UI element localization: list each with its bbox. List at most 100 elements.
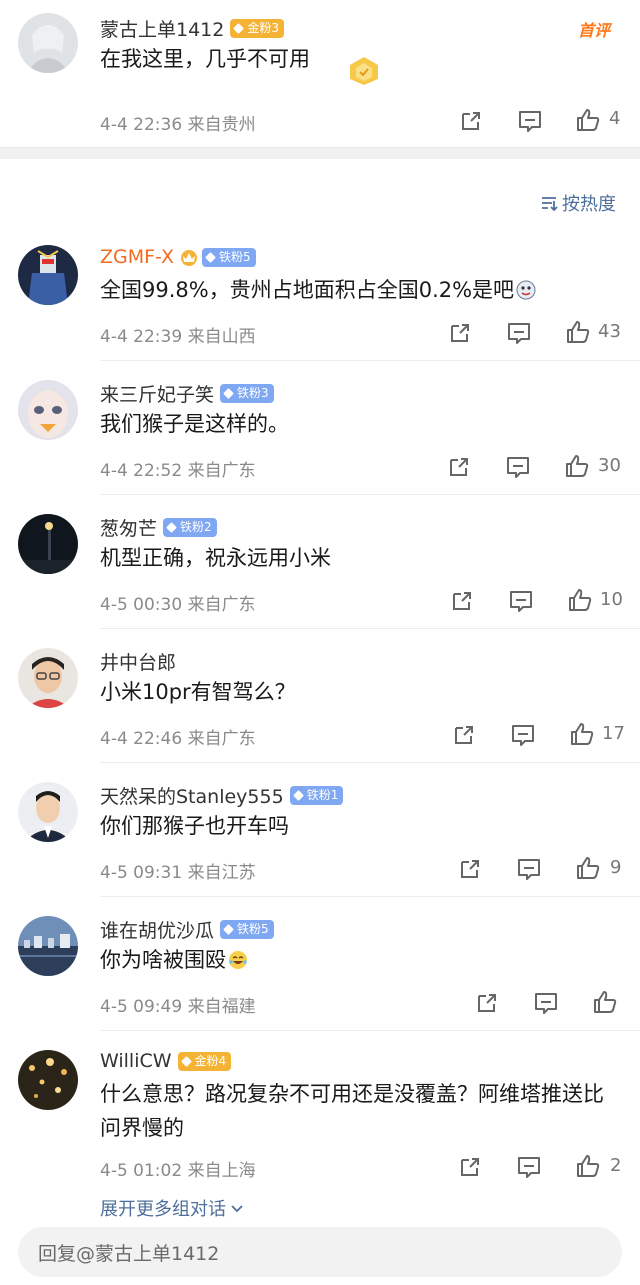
- gem-icon: [205, 251, 216, 263]
- share-icon: [451, 324, 469, 342]
- like-button[interactable]: [592, 989, 618, 1015]
- avatar[interactable]: [18, 245, 78, 305]
- like-button[interactable]: [575, 107, 601, 133]
- share-button[interactable]: [458, 108, 484, 134]
- comment-text: 什么意思？路况复杂不可用还是没覆盖？阿维塔推送比问界慢的: [100, 1082, 604, 1140]
- gem-icon: [233, 23, 245, 34]
- comment-button[interactable]: [516, 1154, 542, 1180]
- share-button[interactable]: [447, 320, 473, 346]
- like-button[interactable]: [575, 855, 601, 881]
- comment-meta: 4-4 22:36 来自贵州: [100, 115, 256, 135]
- username[interactable]: 蒙古上单1412: [100, 15, 224, 42]
- gem-icon: [180, 1055, 192, 1067]
- crown-icon: [181, 250, 197, 266]
- like-button[interactable]: [569, 721, 595, 747]
- username[interactable]: 葱匆芒: [100, 514, 157, 541]
- fan-badge: 铁粉2: [163, 518, 217, 537]
- divider: [100, 762, 640, 763]
- username[interactable]: 天然呆的Stanley555: [100, 782, 284, 809]
- share-icon: [478, 994, 496, 1012]
- like-button[interactable]: [564, 453, 590, 479]
- username[interactable]: WilliCW: [100, 1050, 172, 1072]
- share-button[interactable]: [457, 1154, 483, 1180]
- fan-badge: 铁粉1: [289, 786, 344, 805]
- like-count: 30: [598, 455, 621, 476]
- comment-button[interactable]: [510, 722, 536, 748]
- thumbs-up-icon: [577, 857, 600, 879]
- like-button[interactable]: [565, 319, 591, 345]
- share-button[interactable]: [474, 990, 500, 1016]
- comment-meta: 4-5 09:31 来自江苏: [100, 863, 256, 883]
- thumbs-up-icon: [571, 723, 594, 745]
- like-button[interactable]: [567, 587, 593, 613]
- comment-meta: 4-4 22:52 来自广东: [100, 461, 256, 481]
- fan-badge: 金粉4: [177, 1051, 232, 1071]
- comment-meta: 4-5 00:30 来自广东: [100, 595, 256, 615]
- comment-text: 我们猴子是这样的。: [100, 412, 289, 436]
- comment-icon: [518, 859, 540, 880]
- gem-icon: [292, 790, 304, 801]
- username-row: 蒙古上单1412 金粉3: [100, 15, 284, 42]
- share-button[interactable]: [451, 722, 477, 748]
- share-icon: [455, 726, 473, 744]
- comment-button[interactable]: [533, 990, 559, 1016]
- avatar[interactable]: [18, 13, 78, 73]
- comment-text: 你为啥被围殴: [100, 943, 620, 977]
- like-count: 2: [610, 1155, 622, 1176]
- divider: [100, 494, 640, 495]
- thumbs-up-icon: [594, 991, 617, 1013]
- gem-icon: [166, 522, 177, 533]
- comment-button[interactable]: [508, 588, 534, 614]
- comment-meta: 4-5 09:49 来自福建: [100, 997, 256, 1017]
- username[interactable]: 来三斤妃子笑: [100, 380, 214, 407]
- avatar[interactable]: [18, 380, 78, 440]
- comment-button[interactable]: [516, 856, 542, 882]
- avatar[interactable]: [18, 1050, 78, 1110]
- sort-button[interactable]: 按热度: [539, 190, 616, 216]
- username[interactable]: 谁在胡优沙瓜: [100, 916, 214, 943]
- share-button[interactable]: [457, 856, 483, 882]
- avatar[interactable]: [18, 916, 78, 976]
- share-icon: [453, 592, 471, 610]
- comment-button[interactable]: [506, 320, 532, 346]
- laugh-emoji-icon: [229, 951, 247, 969]
- avatar[interactable]: [18, 514, 78, 574]
- username[interactable]: 井中台郎: [100, 648, 176, 675]
- share-button[interactable]: [446, 454, 472, 480]
- comment-text: 你们那猴子也开车吗: [100, 814, 289, 838]
- comment-meta: 4-4 22:39 来自山西: [100, 327, 256, 347]
- reply-input[interactable]: 回复@蒙古上单1412: [18, 1227, 622, 1277]
- comment-icon: [519, 111, 541, 132]
- medal-emoji-icon: [346, 55, 382, 87]
- comment-icon: [507, 457, 529, 478]
- sort-icon: [542, 197, 558, 212]
- gem-icon: [223, 924, 234, 935]
- sort-label: 按热度: [562, 194, 616, 215]
- comment-button[interactable]: [505, 454, 531, 480]
- thumbs-up-icon: [577, 109, 600, 131]
- comment-button[interactable]: [517, 108, 543, 134]
- avatar[interactable]: [18, 782, 78, 842]
- like-count: 4: [609, 108, 621, 129]
- divider: [100, 896, 640, 897]
- expand-more-link[interactable]: 展开更多组对话: [100, 1196, 245, 1220]
- chevron-down-icon: [231, 1205, 243, 1213]
- like-button[interactable]: [575, 1153, 601, 1179]
- share-button[interactable]: [449, 588, 475, 614]
- avatar[interactable]: [18, 648, 78, 708]
- fan-badge: 金粉3: [230, 19, 284, 38]
- reply-placeholder: 回复@蒙古上单1412: [38, 1242, 220, 1265]
- like-count: 17: [602, 723, 625, 744]
- comment-text: 机型正确，祝永远用小米: [100, 546, 331, 570]
- comment-icon: [510, 591, 532, 612]
- thumbs-up-icon: [569, 589, 592, 611]
- emoji-icon: [516, 280, 536, 300]
- comment-icon: [512, 725, 534, 746]
- section-divider: [0, 147, 640, 159]
- thumbs-up-icon: [577, 1155, 600, 1177]
- share-icon: [461, 1158, 479, 1176]
- username[interactable]: ZGMF-X: [100, 246, 174, 268]
- comment-text: 全国99.8%，贵州占地面积占全国0.2%是吧: [100, 273, 620, 307]
- comment-icon: [518, 1157, 540, 1178]
- divider: [100, 360, 640, 361]
